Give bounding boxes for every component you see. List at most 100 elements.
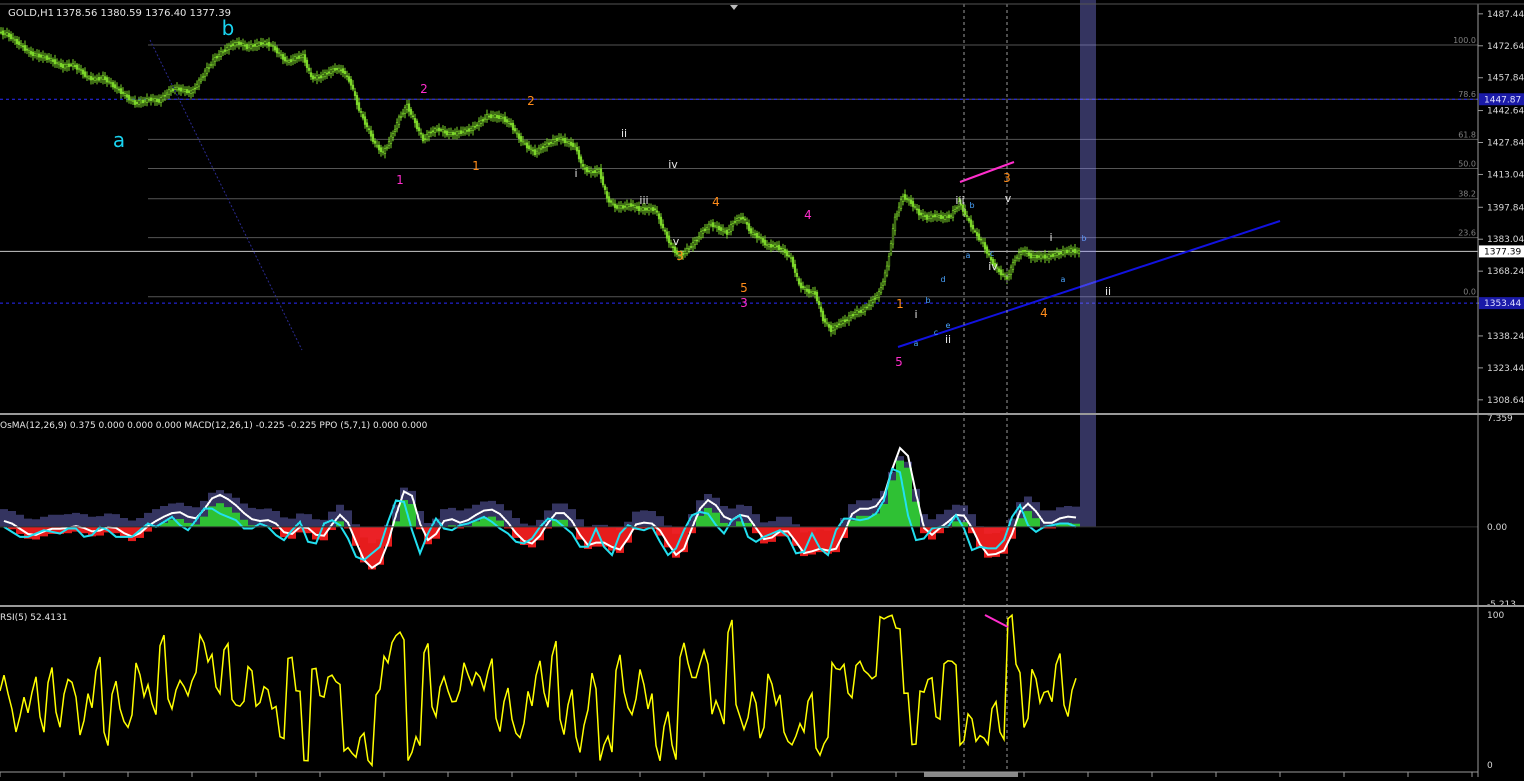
candle-body <box>67 63 71 67</box>
candle-body <box>457 131 461 134</box>
candle-body <box>545 142 549 148</box>
price-tick-label: 1383.04 <box>1487 235 1524 245</box>
candle-body <box>5 32 9 36</box>
candle-body <box>347 76 351 82</box>
candle-body <box>61 64 65 69</box>
candle-body <box>85 75 89 78</box>
candle-body <box>111 82 115 88</box>
current-price-value: 1377.39 <box>1484 247 1521 257</box>
candle-body <box>645 207 649 211</box>
candle-body <box>433 128 437 133</box>
candle-body <box>969 219 973 228</box>
candle-body <box>689 246 693 248</box>
candle-body <box>239 42 243 45</box>
candle-body <box>827 324 831 328</box>
candle-body <box>975 232 979 237</box>
rsi-divergence-line <box>984 614 1009 628</box>
candle-body <box>1071 249 1075 252</box>
candle-body <box>333 67 337 71</box>
wave-label-roman: i <box>574 167 577 180</box>
candle-body <box>663 229 667 232</box>
candle-body <box>747 223 751 231</box>
candle-body <box>665 231 669 239</box>
candle-body <box>395 122 399 130</box>
candle-body <box>523 142 527 145</box>
candle-body <box>13 39 17 41</box>
candle-body <box>487 115 491 118</box>
candle-body <box>1065 249 1069 254</box>
candle-body <box>889 243 893 255</box>
candle-body <box>385 146 389 149</box>
candle-body <box>451 131 455 136</box>
candle-body <box>905 198 909 200</box>
candle-body <box>131 100 135 102</box>
candle-body <box>881 281 885 286</box>
candle-body <box>563 138 567 144</box>
price-tick-label: 1457.84 <box>1487 74 1524 84</box>
candle-body <box>879 287 883 294</box>
candle-body <box>443 130 447 134</box>
candle-body <box>241 42 245 46</box>
candle-body <box>775 245 779 248</box>
trading-chart[interactable]: 100.0 78.6 61.8 50.0 38.2 23.6 0.0 a b 1 2 3 4 5 1 2 3 4… <box>0 0 1524 777</box>
candle-body <box>429 131 433 134</box>
candle-body <box>411 115 415 118</box>
candle-body <box>1019 251 1023 255</box>
candle-body <box>489 114 493 119</box>
fib-level-label: 0.0 <box>1463 288 1476 297</box>
candle-body <box>635 206 639 209</box>
candle-body <box>921 213 925 217</box>
candle-body <box>625 203 629 209</box>
candle-body <box>797 278 801 285</box>
candle-body <box>627 204 631 207</box>
candle-body <box>33 53 37 56</box>
candle-body <box>911 201 915 207</box>
rsi-panel[interactable]: RSI(5) 52.4131 <box>0 613 1077 768</box>
candle-body <box>683 251 687 254</box>
candle-body <box>757 236 761 238</box>
candle-body <box>899 199 903 209</box>
candle-body <box>777 244 781 250</box>
time-scroll-thumb[interactable] <box>924 772 1018 777</box>
candle-body <box>701 230 705 235</box>
candle-body <box>619 205 623 209</box>
candle-body <box>321 74 325 78</box>
candle-body <box>357 102 361 111</box>
candle-body <box>511 122 515 131</box>
candle-body <box>943 215 947 220</box>
candle-body <box>733 221 737 223</box>
candle-body <box>809 291 813 293</box>
candle-body <box>415 120 419 130</box>
candle-body <box>383 148 387 154</box>
histogram-bar <box>744 522 752 527</box>
candle-body <box>311 75 315 80</box>
candle-body <box>81 69 85 75</box>
candle-body <box>421 134 425 142</box>
rsi-line <box>0 613 1077 768</box>
candle-body <box>143 100 147 103</box>
wave-label-orange: 5 <box>740 281 748 295</box>
candle-body <box>761 238 765 243</box>
candle-body <box>575 146 579 152</box>
candle-body <box>1061 250 1065 255</box>
candle-body <box>781 248 785 251</box>
candle-body <box>713 225 717 227</box>
candle-body <box>63 64 67 69</box>
candle-body <box>871 299 875 303</box>
candle-body <box>257 42 261 46</box>
candle-body <box>569 141 573 146</box>
candle-body <box>95 78 99 81</box>
candle-body <box>633 204 637 208</box>
candle-body <box>147 99 151 102</box>
candle-body <box>197 79 201 87</box>
line-price-value: 1353.44 <box>1484 299 1521 309</box>
wave-label-orange: 3 <box>676 249 684 263</box>
candle-body <box>841 320 845 324</box>
candle-body <box>567 141 571 144</box>
price-tick-label: 1308.64 <box>1487 396 1524 406</box>
price-panel[interactable]: 100.0 78.6 61.8 50.0 38.2 23.6 0.0 a b 1 2 3 4 5 1 2 3 4… <box>0 4 1478 772</box>
candle-body <box>417 127 421 132</box>
candle-body <box>799 282 803 289</box>
candle-body <box>47 57 51 60</box>
candle-body <box>1059 252 1063 255</box>
